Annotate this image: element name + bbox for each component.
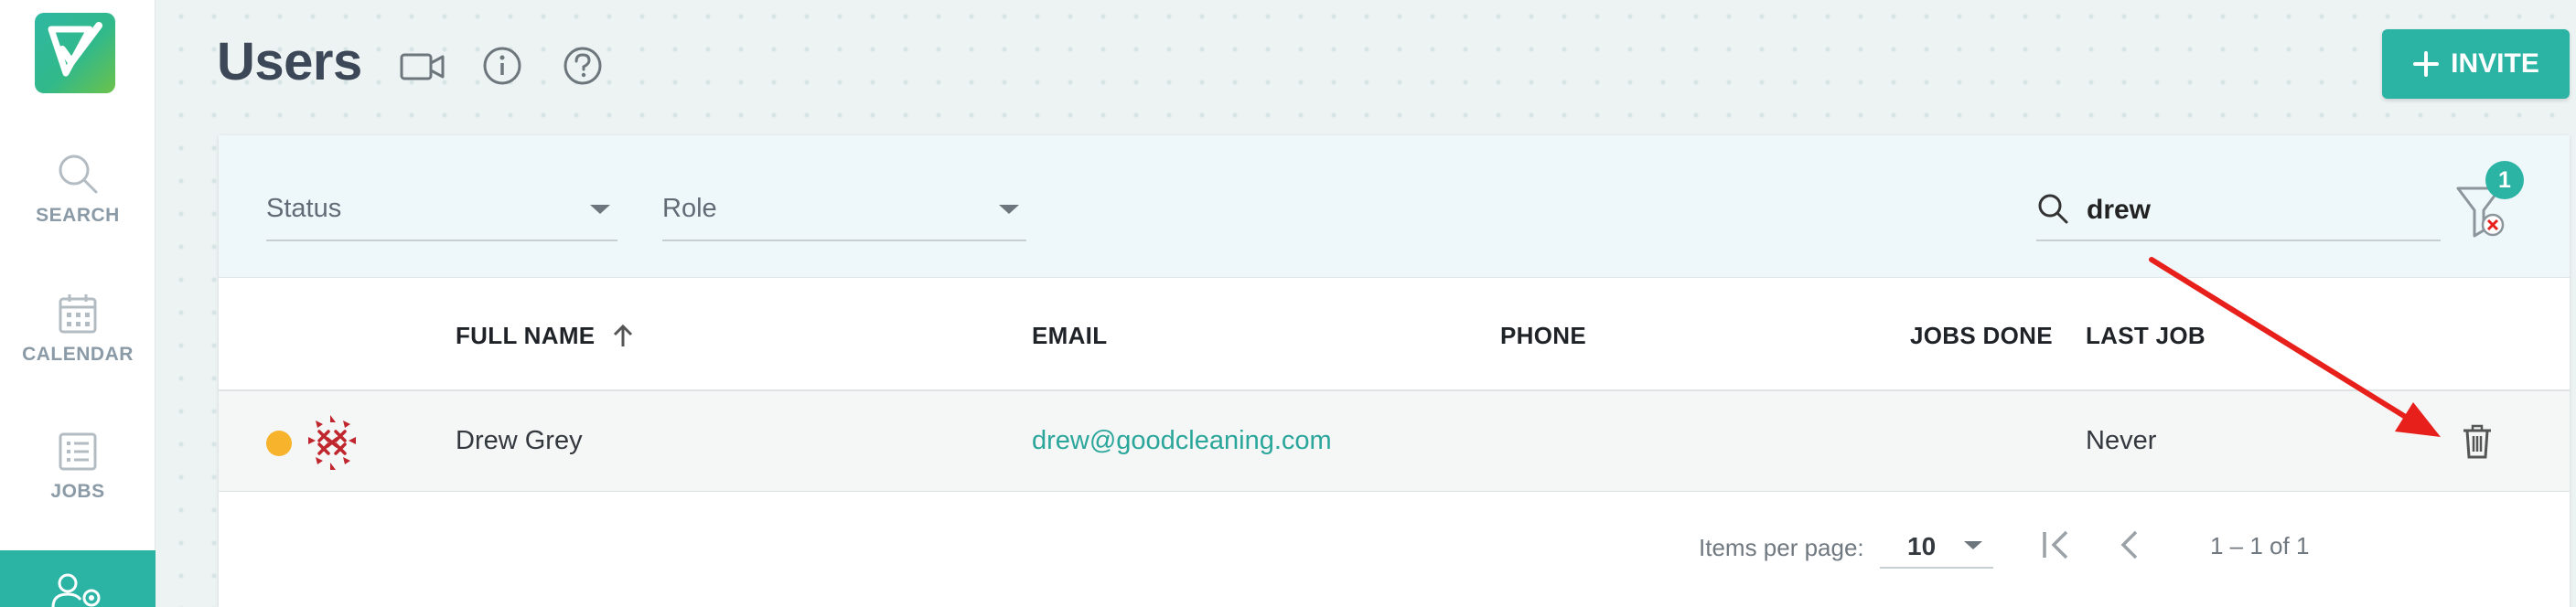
delete-icon[interactable] <box>2462 424 2493 459</box>
sidebar-item-search[interactable]: SEARCH <box>0 152 156 227</box>
column-phone[interactable]: PHONE <box>1500 322 1586 350</box>
app-logo[interactable] <box>35 13 115 93</box>
sidebar: SEARCH CALENDAR JOBS <box>0 0 156 607</box>
users-settings-icon <box>51 573 101 607</box>
column-last-job[interactable]: LAST JOB <box>2086 322 2206 350</box>
invite-button[interactable]: INVITE <box>2382 29 2570 99</box>
search-icon <box>2038 194 2068 224</box>
filter-count-badge: 1 <box>2485 161 2524 199</box>
invite-button-label: INVITE <box>2451 48 2539 79</box>
sidebar-item-calendar[interactable]: CALENDAR <box>0 293 156 366</box>
sidebar-item-label: SEARCH <box>36 205 120 226</box>
table-row[interactable]: Drew Grey drew@goodcleaning.com Never <box>219 391 2570 492</box>
search-input[interactable] <box>2087 192 2434 229</box>
sidebar-item-label: CALENDAR <box>22 344 134 365</box>
avatar <box>308 415 356 470</box>
search-icon <box>59 154 98 194</box>
search-field[interactable] <box>2036 181 2441 241</box>
user-email-link[interactable]: drew@goodcleaning.com <box>1032 426 1332 456</box>
users-card: Status Role 1 FULL NAME <box>219 135 2570 607</box>
list-icon <box>59 432 97 471</box>
chevron-down-icon <box>1964 541 1982 549</box>
previous-page-icon[interactable] <box>2116 527 2143 563</box>
sidebar-item-users[interactable] <box>0 550 156 607</box>
table-header: FULL NAME EMAIL PHONE JOBS DONE LAST JOB <box>219 278 2570 391</box>
sidebar-item-label: JOBS <box>50 481 105 502</box>
sort-ascending-icon <box>613 324 633 346</box>
chevron-down-icon <box>999 205 1019 214</box>
info-icon[interactable] <box>482 46 522 86</box>
sidebar-item-jobs[interactable]: JOBS <box>0 431 156 503</box>
page-range-label: 1 – 1 of 1 <box>2210 532 2310 559</box>
column-full-name[interactable]: FULL NAME <box>456 322 633 350</box>
filter-bar: Status Role 1 <box>219 135 2570 278</box>
column-email[interactable]: EMAIL <box>1032 322 1107 350</box>
column-full-name-label: FULL NAME <box>456 322 596 349</box>
role-select-label: Role <box>662 194 717 223</box>
chevron-down-icon <box>590 205 610 214</box>
role-select[interactable]: Role <box>662 188 1026 241</box>
page-size-select[interactable]: 10 <box>1880 521 1993 569</box>
first-page-icon[interactable] <box>2039 527 2074 563</box>
help-icon[interactable] <box>563 46 603 86</box>
column-jobs-done[interactable]: JOBS DONE <box>1910 322 2053 350</box>
status-select[interactable]: Status <box>266 188 617 241</box>
user-last-job: Never <box>2086 426 2157 455</box>
user-full-name: Drew Grey <box>456 426 583 455</box>
plus-icon <box>2413 51 2440 77</box>
page-title: Users <box>217 32 362 91</box>
calendar-icon <box>59 294 97 334</box>
page-size-value: 10 <box>1907 532 1937 560</box>
status-indicator <box>266 431 292 456</box>
video-icon[interactable] <box>400 51 445 82</box>
items-per-page-label: Items per page: <box>1699 534 1864 561</box>
checkmark-logo-icon <box>48 22 102 77</box>
status-select-label: Status <box>266 194 342 223</box>
